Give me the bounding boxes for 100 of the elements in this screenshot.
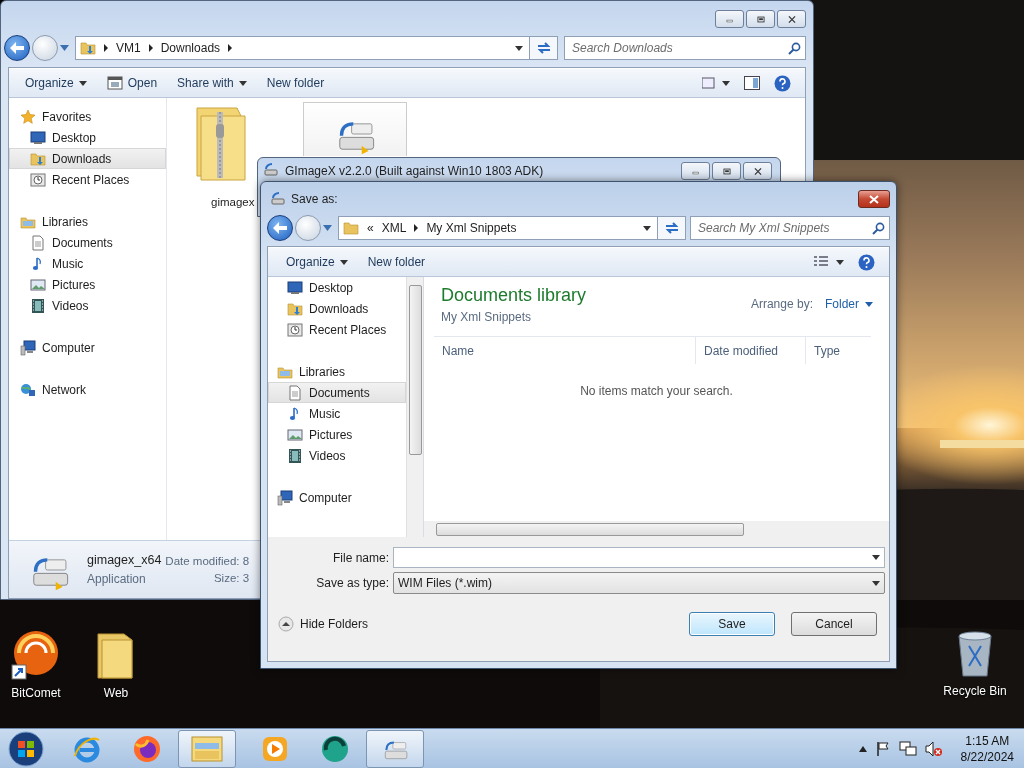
toolbar-button[interactable]: New folder bbox=[258, 72, 333, 94]
library-subtitle: My Xml Snippets bbox=[441, 310, 533, 324]
caret-icon bbox=[865, 301, 873, 307]
folder-arrow-icon bbox=[30, 150, 46, 167]
address-bar[interactable]: VM1 Downloads bbox=[75, 36, 530, 60]
minimize-button[interactable] bbox=[715, 10, 744, 28]
play-icon bbox=[261, 734, 289, 763]
help-icon[interactable] bbox=[774, 74, 791, 92]
overflow-chevron[interactable]: « bbox=[367, 221, 374, 235]
nav-item[interactable]: Documents bbox=[268, 382, 406, 403]
toolbar-button[interactable]: New folder bbox=[359, 251, 434, 273]
file-type-dropdown[interactable]: WIM Files (*.wim) bbox=[393, 572, 885, 594]
nav-item[interactable]: Desktop bbox=[9, 127, 166, 148]
nav-item[interactable]: Videos bbox=[9, 295, 166, 316]
folder-arrow-icon bbox=[287, 300, 303, 317]
maximize-button[interactable] bbox=[712, 162, 741, 180]
address-bar[interactable]: « XML My Xml Snippets bbox=[338, 216, 658, 240]
search-field[interactable]: Search My Xml Snippets bbox=[690, 216, 890, 240]
nav-item[interactable]: Videos bbox=[268, 445, 406, 466]
field-label: Save as type: bbox=[315, 576, 389, 590]
desktop-icon-label[interactable]: Recycle Bin bbox=[943, 684, 1007, 698]
search-field[interactable]: Search Downloads bbox=[564, 36, 806, 60]
nav-item[interactable]: Libraries bbox=[9, 211, 166, 232]
close-button[interactable] bbox=[777, 10, 806, 28]
speaker-muted-icon[interactable] bbox=[924, 740, 943, 757]
nav-item[interactable]: Computer bbox=[268, 487, 406, 508]
desktop-icon-label[interactable]: Web bbox=[103, 686, 129, 700]
folder-arrow-icon bbox=[80, 40, 96, 56]
refresh-button[interactable] bbox=[658, 216, 686, 240]
preview-pane-icon[interactable] bbox=[744, 76, 760, 90]
help-icon[interactable] bbox=[858, 253, 875, 271]
file-size: Size: 3 bbox=[213, 572, 250, 584]
toolbar-button[interactable]: Open bbox=[98, 71, 166, 95]
breadcrumb[interactable]: XML bbox=[381, 221, 407, 235]
clock-icon bbox=[287, 321, 303, 338]
toolbar-button[interactable]: Organize bbox=[278, 251, 356, 273]
close-button[interactable] bbox=[743, 162, 772, 180]
nav-item[interactable]: Music bbox=[9, 253, 166, 274]
refresh-icon bbox=[663, 221, 680, 235]
refresh-icon bbox=[535, 41, 552, 55]
back-button[interactable] bbox=[4, 35, 30, 61]
nav-item[interactable]: Recent Places bbox=[268, 319, 406, 340]
empty-message: No items match your search. bbox=[580, 384, 733, 398]
dropdown-icon bbox=[60, 45, 69, 51]
view-icon[interactable] bbox=[702, 77, 730, 89]
minimize-button[interactable] bbox=[681, 162, 710, 180]
breadcrumb[interactable]: My Xml Snippets bbox=[426, 221, 517, 235]
swirl-icon bbox=[320, 733, 350, 764]
maximize-button[interactable] bbox=[746, 10, 775, 28]
scrollbar[interactable] bbox=[424, 521, 889, 537]
toolbar-button[interactable]: Organize bbox=[17, 72, 95, 94]
hide-folders-button[interactable]: Hide Folders bbox=[278, 616, 369, 632]
date-modified: Date modified: 8 bbox=[165, 555, 250, 567]
column-header[interactable]: Name bbox=[434, 337, 696, 364]
nav-item[interactable]: Desktop bbox=[268, 277, 406, 298]
search-icon bbox=[788, 41, 801, 55]
caret-icon bbox=[872, 580, 880, 586]
close-button[interactable] bbox=[858, 190, 890, 208]
chevron-up-icon[interactable] bbox=[858, 745, 867, 752]
document-icon bbox=[287, 384, 303, 401]
file-name-field[interactable] bbox=[393, 547, 885, 568]
caret-icon bbox=[78, 80, 87, 86]
picture-icon bbox=[30, 276, 46, 293]
toolbar-button[interactable]: Share with bbox=[169, 72, 255, 94]
flag-icon[interactable] bbox=[874, 740, 891, 757]
scrollbar[interactable] bbox=[406, 277, 423, 537]
nav-item[interactable]: Network bbox=[9, 379, 166, 400]
field-label: File name: bbox=[331, 550, 389, 565]
breadcrumb[interactable]: Downloads bbox=[160, 41, 221, 55]
column-header[interactable]: Type bbox=[806, 337, 866, 364]
dialog-title: Save as: bbox=[291, 192, 338, 206]
back-arrow-icon bbox=[10, 42, 24, 54]
breadcrumb[interactable]: VM1 bbox=[116, 41, 141, 55]
refresh-button[interactable] bbox=[530, 36, 558, 60]
nav-item[interactable]: Documents bbox=[9, 232, 166, 253]
nav-item[interactable]: Music bbox=[268, 403, 406, 424]
caret-icon bbox=[872, 555, 880, 560]
nav-item[interactable]: Pictures bbox=[268, 424, 406, 445]
nav-item[interactable]: Recent Places bbox=[9, 169, 166, 190]
monitor-icon bbox=[30, 129, 46, 146]
column-header[interactable]: Date modified bbox=[696, 337, 806, 364]
dialog-button[interactable]: Save bbox=[689, 612, 775, 636]
nav-item[interactable]: Downloads bbox=[9, 148, 166, 169]
dropdown-icon bbox=[323, 225, 332, 231]
nav-item[interactable]: Libraries bbox=[268, 361, 406, 382]
folder-window-icon bbox=[191, 734, 223, 763]
clock[interactable]: 1:15 AM 8/22/2024 bbox=[960, 732, 1014, 765]
view-icon[interactable] bbox=[814, 256, 844, 268]
nav-item[interactable]: Downloads bbox=[268, 298, 406, 319]
back-button[interactable] bbox=[267, 215, 293, 241]
file-thumbnail[interactable] bbox=[303, 102, 407, 156]
network-icon[interactable] bbox=[898, 740, 917, 757]
library-title: Documents library bbox=[441, 285, 587, 306]
nav-item[interactable]: Pictures bbox=[9, 274, 166, 295]
desktop-icon-label[interactable]: BitComet bbox=[11, 686, 61, 700]
window-icon bbox=[106, 75, 123, 91]
nav-item[interactable]: Favorites bbox=[9, 106, 166, 127]
dialog-button[interactable]: Cancel bbox=[791, 612, 877, 636]
arrange-dropdown[interactable]: Folder bbox=[825, 297, 873, 311]
nav-item[interactable]: Computer bbox=[9, 337, 166, 358]
